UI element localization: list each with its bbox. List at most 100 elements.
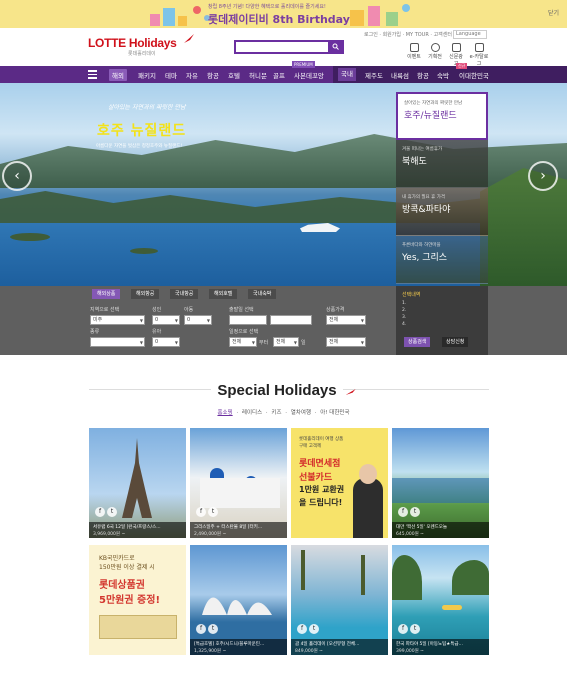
nav-jeju[interactable]: 제주도 (365, 70, 383, 80)
hero-side-list: 살아있는 자연과의 짜릿한 만남 호주/뉴질랜드 겨울 떠나는 여름휴가 북해도 내… (396, 92, 488, 284)
region-select[interactable]: 미주 ▼ (90, 315, 145, 325)
catalog-icon (474, 43, 484, 52)
twitter-icon[interactable]: t (410, 624, 420, 634)
product-card-guam[interactable]: ft 괌 4일 홀리데이 [오션뷰형 전체... 849,000원 ~ (291, 545, 388, 655)
nav-domestic[interactable]: 국내 (338, 68, 356, 81)
quick-event[interactable]: 이벤트 (405, 43, 423, 60)
facebook-icon[interactable]: f (398, 624, 408, 634)
period-to-select[interactable]: 전체 ▼ (273, 337, 299, 347)
search-button[interactable] (328, 42, 342, 52)
card-caption: 그리스일주 + 터스탄불 8일 [터키... 2,490,000원 ~ (190, 522, 287, 538)
nav-golf[interactable]: 골프 (273, 70, 285, 80)
twitter-icon[interactable]: t (410, 507, 420, 517)
nav-stay[interactable]: 숙박 (437, 70, 449, 80)
tab-ladies[interactable]: 레이디스 (242, 410, 262, 416)
facebook-icon[interactable]: f (398, 507, 408, 517)
facebook-icon[interactable]: f (196, 624, 206, 634)
hero-prev-button[interactable]: ‹ (2, 161, 32, 191)
facebook-icon[interactable]: f (95, 507, 105, 517)
ad-duty-free[interactable]: 롯데홀리데이 여행 상품 구매 고객께 롯데면세점 선불카드 1만원 교환권 을… (291, 428, 388, 538)
period-to-value: 전체 (276, 339, 286, 345)
tab-homeshopping[interactable]: 홈쇼핑 (217, 410, 232, 416)
product-card-pattaya[interactable]: ft 한국 파타야 5일 [아동노팁★특급... 399,000원 ~ (392, 545, 489, 655)
card-title: [특급호텔] 호주/시드니/블루마운틴... (194, 642, 265, 647)
type-label: 종류 (90, 329, 100, 335)
hero-slider[interactable]: 살아있는 자연과의 짜릿한 만남 호주 뉴질랜드 아름다운 자연을 벗삼은 청정… (0, 83, 567, 286)
premium-badge: PREMIUM (292, 61, 315, 68)
side-item-hokkaido[interactable]: 겨울 떠나는 여름휴가 북해도 (396, 140, 488, 188)
side-item-australia[interactable]: 살아있는 자연과의 짜릿한 만남 호주/뉴질랜드 (396, 92, 488, 140)
child-select[interactable]: 0 ▼ (184, 315, 212, 325)
facebook-icon[interactable]: f (297, 624, 307, 634)
consult-button[interactable]: 상담신청 (442, 337, 469, 347)
nav-air[interactable]: 항공 (207, 70, 219, 80)
side-item-bangkok[interactable]: 내 휴가의 필요 휴 가격 방콕&파타야 (396, 188, 488, 236)
quick-promo[interactable]: 기획전 (426, 43, 444, 60)
nav-honeymoon[interactable]: 허니문 (249, 70, 267, 80)
tab-kids[interactable]: 키즈 (271, 410, 281, 416)
type-select[interactable]: ▼ (90, 337, 145, 347)
top-banner[interactable]: 창립 8주년 기념! 다양한 혜택으로 홀리데이를 즐기세요! 롯데제이티비 8… (0, 0, 567, 28)
menu-icon[interactable] (88, 70, 97, 79)
twitter-icon[interactable]: t (309, 624, 319, 634)
period-from-select[interactable]: 전체 ▼ (229, 337, 257, 347)
card-title: 한국 파타야 5일 [아동노팁★특급... (396, 642, 463, 647)
twitter-icon[interactable]: t (208, 624, 218, 634)
search-input[interactable] (234, 40, 344, 54)
nav-hotel[interactable]: 호텔 (228, 70, 240, 80)
chevron-down-icon: ▼ (139, 318, 143, 323)
nav-package[interactable]: 패키지 (138, 70, 156, 80)
nav-korea[interactable]: 이대한민국 (459, 70, 489, 80)
product-card-greece[interactable]: ft 그리스일주 + 터스탄불 8일 [터키... 2,490,000원 ~ (190, 428, 287, 538)
card-price: 3,969,000원 ~ (93, 532, 126, 537)
adult-select[interactable]: 0 ▼ (152, 315, 180, 325)
adult-label: 성인 (152, 307, 162, 313)
infant-select[interactable]: 0 ▼ (152, 337, 180, 347)
tab-overseas-product[interactable]: 해외상품 (92, 289, 121, 299)
logo-text: LOTTE Holidays (88, 36, 177, 50)
price-select[interactable]: 전체 ▼ (326, 315, 366, 325)
twitter-icon[interactable]: t (107, 507, 117, 517)
side-item-sub: 살아있는 자연과의 짜릿한 만남 (404, 101, 463, 106)
period-label: 일정으로 선택 (229, 329, 259, 335)
tab-overseas-hotel[interactable]: 해외호텔 (209, 289, 238, 299)
nav-domestic-air[interactable]: 항공 (417, 70, 429, 80)
tab-domestic-stay[interactable]: 국내숙박 (248, 289, 277, 299)
ad-text: KB국민카드로 (99, 555, 135, 562)
ad-kb-card[interactable]: KB국민카드로 150만원 이상 결제 시 롯데상품권 5만원권 증정! (89, 545, 186, 655)
nav-overseas[interactable]: 해외 (109, 69, 127, 81)
side-item-greece[interactable]: 푸른바다와 하얀마을 Yes, 그리스 (396, 236, 488, 284)
return-date-input[interactable] (270, 315, 312, 325)
period-from-value: 전체 (232, 339, 242, 345)
logo[interactable]: LOTTE Holidays 롯데홀리데이 (88, 34, 194, 57)
depart-date-input[interactable] (229, 315, 267, 325)
nav-free[interactable]: 자유 (186, 70, 198, 80)
quick-label: 이벤트 (407, 54, 421, 60)
facebook-icon[interactable]: f (196, 507, 206, 517)
product-card-taiwan[interactable]: ft 대만 '짝선 5일' 오렌드오늘 645,000원 ~ (392, 428, 489, 538)
hero-next-button[interactable]: › (528, 161, 558, 191)
hero-description: 아름다운 자연을 벗삼은 청정호주와 뉴질랜드! (96, 144, 183, 149)
product-search-button[interactable]: 상품검색 (404, 337, 431, 347)
extra-select[interactable]: 전체 ▼ (326, 337, 366, 347)
tab-korea[interactable]: 아! 대한민국 (320, 410, 349, 416)
nav-premium[interactable]: 사본데꼬앙 (294, 70, 324, 80)
banner-close-button[interactable]: 닫기 (548, 8, 559, 17)
quick-catalog[interactable]: e-카탈로그 (468, 43, 490, 67)
twitter-icon[interactable]: t (208, 507, 218, 517)
chevron-right-icon: › (540, 168, 546, 184)
nav-inland[interactable]: 내륙섬 (391, 70, 409, 80)
selection-item: 4. (402, 322, 407, 327)
util-links[interactable]: 로그인 · 회원가입 · MY TOUR · 고객센터 (364, 31, 452, 38)
language-select[interactable]: Language (453, 30, 487, 39)
card-caption: 대만 '짝선 5일' 오렌드오늘 645,000원 ~ (392, 522, 489, 538)
card-title: 괌 4일 홀리데이 [오션뷰형 전체... (295, 642, 360, 647)
tab-domestic-air[interactable]: 국내항공 (170, 289, 199, 299)
product-card-europe[interactable]: ft 서유럽 6국 12일 [런국/프랑스/스... 3,969,000원 ~ (89, 428, 186, 538)
product-card-sydney[interactable]: ft [특급호텔] 호주/시드니/블루마운틴... 1,325,900원 ~ (190, 545, 287, 655)
nav-theme[interactable]: 테마 (165, 70, 177, 80)
tab-overseas-air[interactable]: 해외항공 (131, 289, 160, 299)
ad-headline: 을 드립니다! (299, 498, 343, 507)
tab-train[interactable]: 열차여행 (291, 410, 311, 416)
side-item-sub: 겨울 떠나는 여름휴가 (402, 147, 443, 152)
